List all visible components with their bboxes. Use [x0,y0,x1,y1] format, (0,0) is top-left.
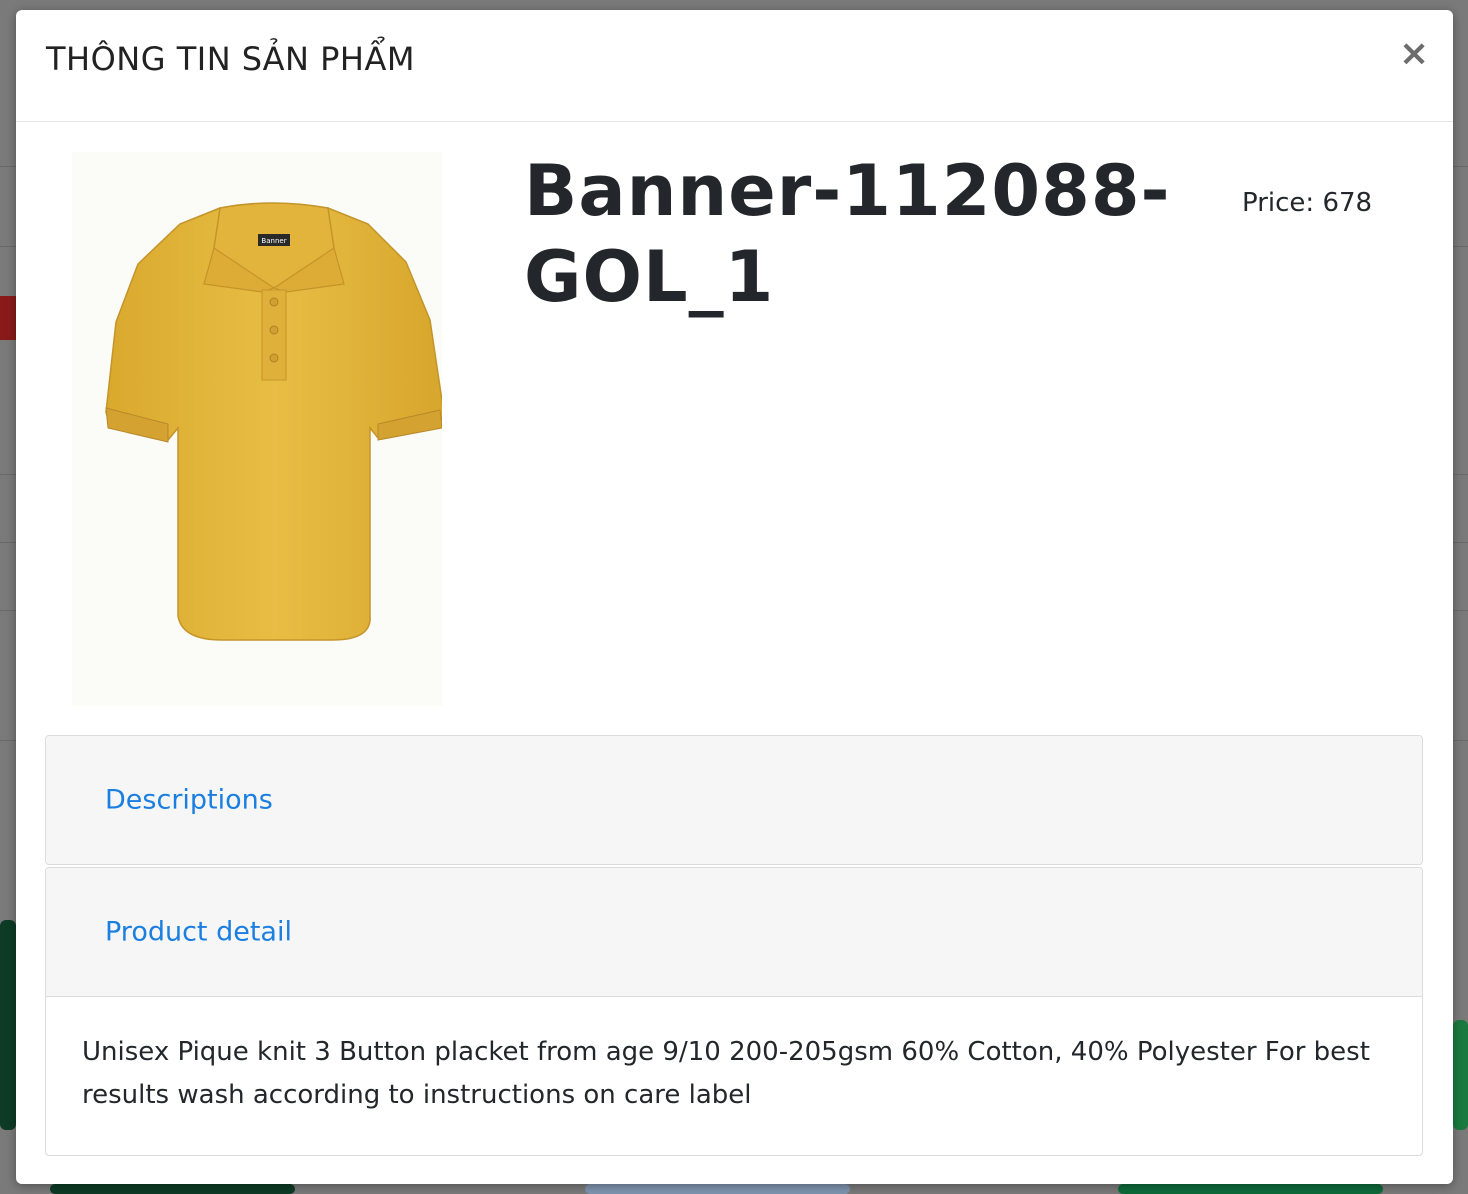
product-detail-card: Product detail Unisex Pique knit 3 Butto… [45,867,1423,1156]
close-button[interactable]: × [1399,36,1429,72]
brand-tag: Banner [261,237,286,245]
descriptions-link[interactable]: Descriptions [105,785,273,816]
product-price: Price: 678 [1242,188,1373,218]
backdrop-badge [0,296,16,340]
product-name-line1: Banner-112088- [524,150,1171,232]
descriptions-card: Descriptions [45,735,1423,865]
backdrop-product-thumb [0,920,16,1130]
product-name-line2: GOL_1 [524,236,775,318]
product-detail-header[interactable]: Product detail [46,868,1422,997]
modal-title: THÔNG TIN SẢN PHẨM [46,40,415,78]
product-accordion: Descriptions Product detail Unisex Pique… [45,735,1423,1156]
product-modal: THÔNG TIN SẢN PHẨM × Banner Banner-11208… [16,10,1453,1184]
product-name: Banner-112088- GOL_1 [524,148,1171,320]
backdrop-product-thumb [1118,1184,1383,1194]
descriptions-header[interactable]: Descriptions [46,736,1422,864]
product-image: Banner [72,152,442,706]
backdrop-product-thumb [585,1184,850,1194]
backdrop-product-thumb [1453,1020,1468,1130]
polo-shirt-image: Banner [105,202,442,641]
backdrop-product-thumb [50,1184,295,1194]
product-detail-body: Unisex Pique knit 3 Button placket from … [82,1037,1370,1110]
product-detail-link[interactable]: Product detail [105,917,292,948]
modal-header: THÔNG TIN SẢN PHẨM × [16,10,1453,122]
